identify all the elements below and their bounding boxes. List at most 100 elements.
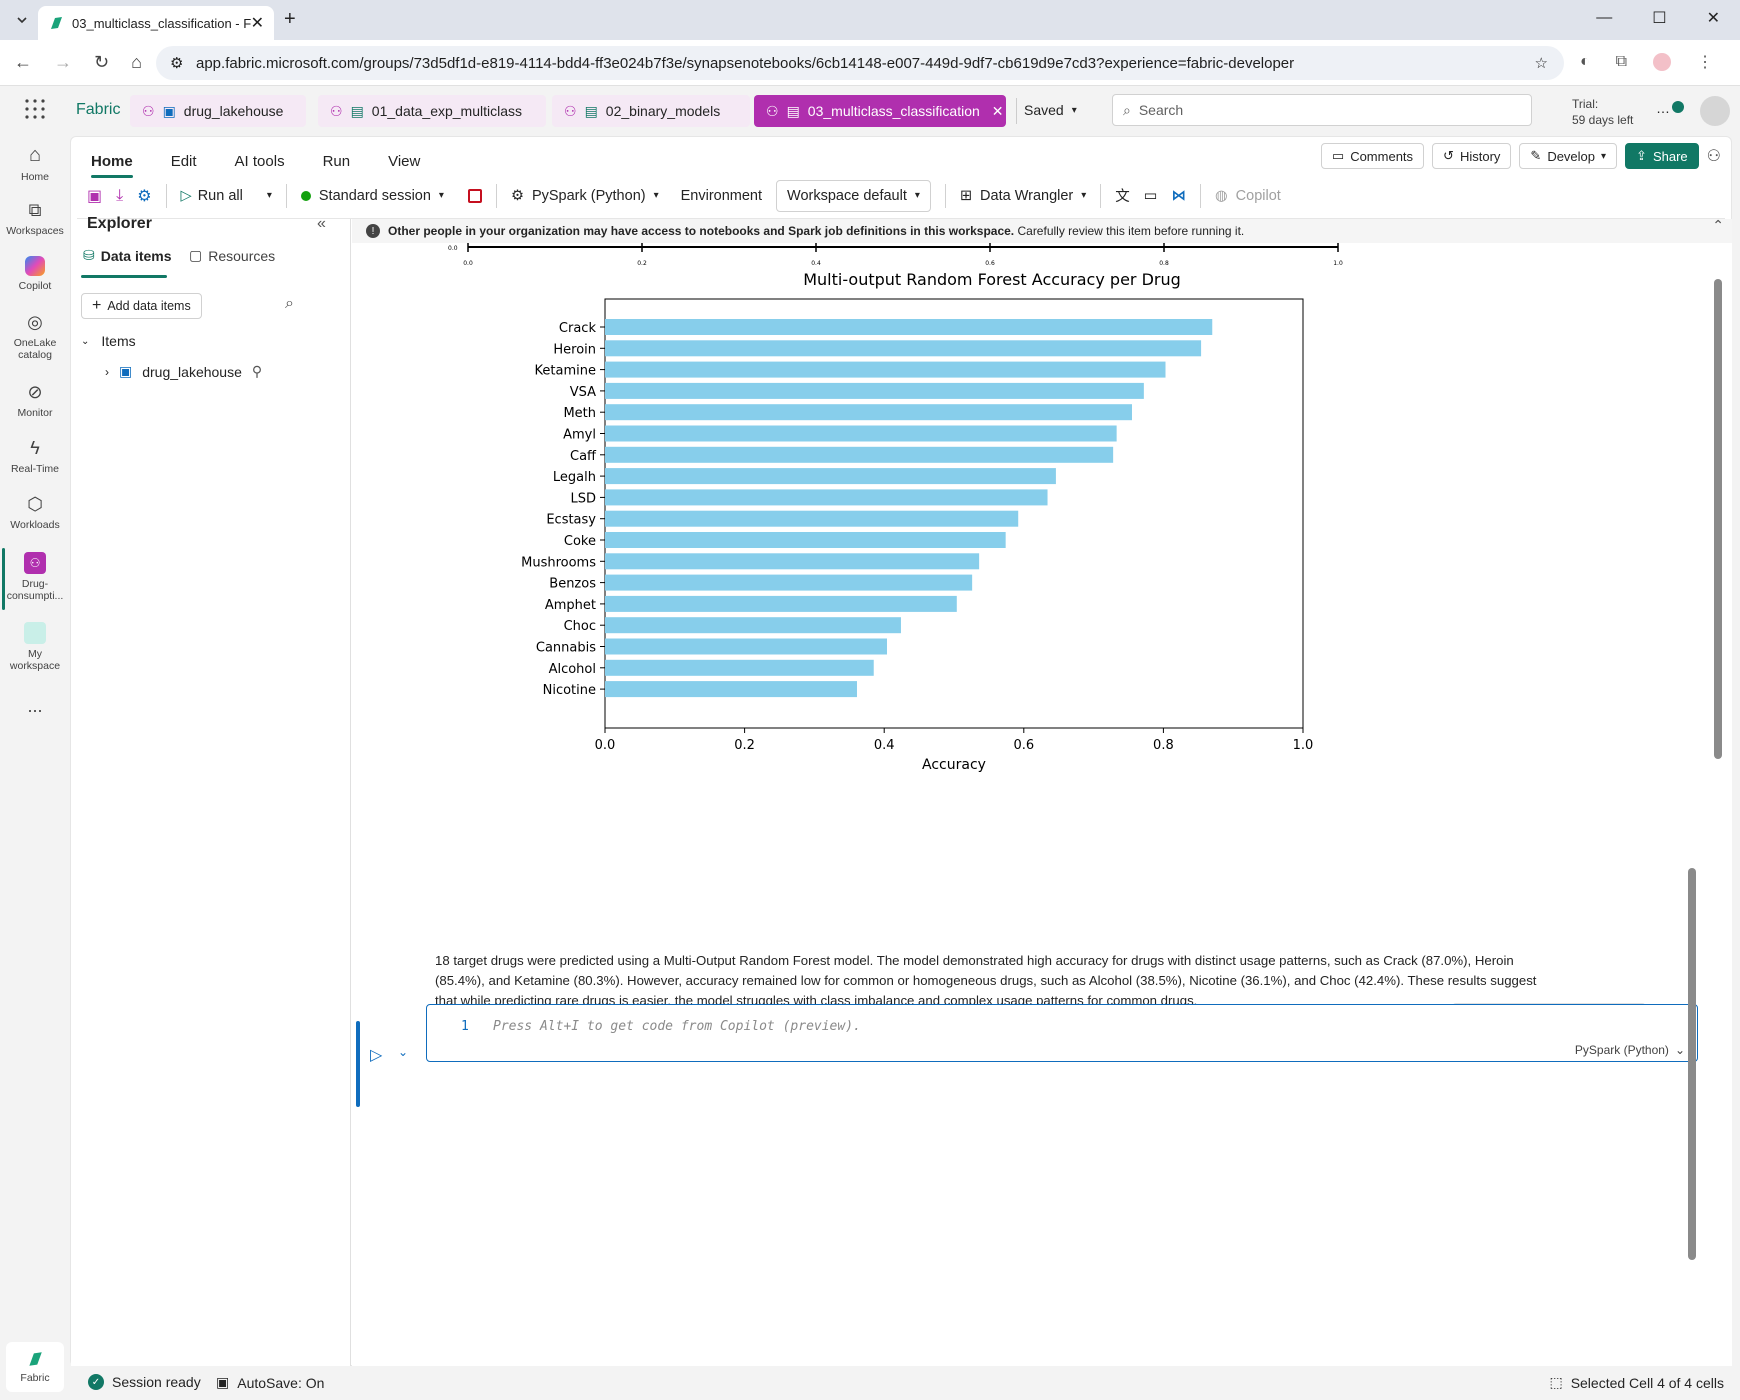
notebook-icon: ▤ (584, 102, 598, 119)
collapse-cell-icon[interactable]: ⌄ (398, 1045, 408, 1059)
history-button[interactable]: ↺ History (1432, 143, 1512, 169)
url-input[interactable]: ⚙ app.fabric.microsoft.com/groups/73d5df… (156, 46, 1564, 80)
tab-edit[interactable]: Edit (171, 147, 197, 176)
tree-item-drug-lakehouse[interactable]: › ▣ drug_lakehouse ⚲ (105, 363, 262, 380)
code-cell[interactable]: 1 Press Alt+I to get code from Copilot (… (426, 1004, 1698, 1062)
notebook-scrollbar[interactable] (1688, 868, 1696, 1260)
rail-copilot[interactable]: Copilot (0, 256, 70, 292)
chevron-down-icon[interactable]: ▾ (267, 190, 272, 201)
site-info-icon[interactable]: ⚙ (170, 54, 183, 72)
develop-button[interactable]: ✎ Develop ▾ (1519, 143, 1618, 169)
tab-01-data-exp-multiclass[interactable]: ⚇ ▤ 01_data_exp_multiclass (318, 95, 546, 127)
close-tab-icon[interactable]: ✕ (992, 103, 1004, 120)
embed-icon[interactable]: ▭ (1144, 188, 1158, 204)
autosave-status[interactable]: ▣ AutoSave: On (216, 1374, 324, 1391)
profile-icon[interactable] (1653, 53, 1672, 71)
new-tab-icon[interactable]: + (284, 8, 296, 31)
rail-label: Real-Time (10, 463, 60, 475)
saved-status[interactable]: Saved ▾ (1024, 102, 1077, 118)
rail-more-icon[interactable]: ... (0, 696, 70, 717)
puzzle-icon[interactable]: ⧉ (1616, 53, 1627, 71)
settings-gear-icon[interactable]: ⚙ (137, 186, 151, 206)
language-dropdown[interactable]: ⚙ PySpark (Python) ▾ (511, 188, 659, 204)
environment-dropdown[interactable]: Workspace default ▾ (776, 179, 931, 212)
forward-icon[interactable]: → (54, 52, 72, 73)
share-button[interactable]: ⇪ Share (1625, 143, 1699, 169)
cell-language-dropdown[interactable]: PySpark (Python) ⌄ (1575, 1043, 1685, 1057)
y-tick-label: Legalh (553, 470, 596, 485)
output-scrollbar[interactable] (1714, 279, 1722, 759)
minimize-icon[interactable]: — (1596, 9, 1612, 27)
tree-item-label: drug_lakehouse (142, 363, 242, 380)
search-input[interactable]: ⌕ Search (1112, 94, 1532, 126)
trial-info[interactable]: Trial: 59 days left (1572, 96, 1633, 128)
items-section-header[interactable]: ⌄ Items (81, 333, 136, 349)
app-launcher-icon[interactable] (24, 98, 46, 120)
bar (605, 617, 901, 634)
rail-my-workspace[interactable]: My workspace (0, 622, 70, 672)
translate-icon[interactable]: 文 (1115, 185, 1130, 206)
rail-home[interactable]: ⌂ Home (0, 144, 70, 183)
collapse-explorer-icon[interactable]: « (317, 215, 326, 233)
rail-real-time[interactable]: ϟ Real-Time (0, 438, 70, 475)
rail-monitor[interactable]: ⊘ Monitor (0, 382, 70, 419)
comments-button[interactable]: ▭ Comments (1320, 143, 1425, 169)
fabric-brand[interactable]: Fabric (76, 101, 120, 119)
chevron-right-icon[interactable]: › (105, 365, 109, 379)
rail-workspaces[interactable]: ⧉ Workspaces (0, 200, 70, 237)
prev-axis-tick-label: 0.4 (811, 260, 821, 267)
avatar[interactable] (1700, 96, 1730, 126)
search-icon[interactable]: ⌕ (285, 295, 294, 313)
vscode-icon[interactable]: ⋈ (1172, 188, 1187, 204)
session-status[interactable]: ✓ Session ready (88, 1374, 201, 1390)
tab-view[interactable]: View (388, 147, 420, 176)
add-data-items-button[interactable]: + Add data items (81, 293, 202, 319)
extension-icon[interactable]: ◐ (1580, 53, 1590, 71)
resources-icon: ▢ (189, 247, 203, 263)
tab-ai-tools[interactable]: AI tools (235, 147, 285, 176)
rail-workloads[interactable]: ⬡ Workloads (0, 494, 70, 531)
tab-resources[interactable]: ▢ Resources (189, 247, 275, 264)
copilot-label: Copilot (1235, 187, 1281, 204)
session-dropdown[interactable]: Standard session ▾ (300, 188, 444, 204)
close-window-icon[interactable]: ✕ (1707, 8, 1720, 28)
back-icon[interactable]: ← (14, 52, 32, 73)
tab-home[interactable]: Home (91, 147, 133, 178)
data-wrangler-dropdown[interactable]: ⊞ Data Wrangler ▾ (960, 188, 1086, 204)
x-tick-label: 0.6 (1013, 738, 1034, 753)
home-icon[interactable]: ⌂ (131, 52, 142, 73)
pin-icon[interactable]: ⚲ (252, 363, 262, 380)
copilot-button[interactable]: ◍ Copilot (1215, 188, 1281, 204)
workspace-icon: ⚇ (24, 552, 46, 574)
run-cell-icon[interactable]: ▷ (370, 1045, 382, 1065)
collapse-banner-icon[interactable]: ⌃ (1712, 219, 1724, 234)
rail-onelake-catalog[interactable]: ◎ OneLake catalog (0, 312, 70, 361)
maximize-icon[interactable]: ☐ (1652, 8, 1666, 28)
rail-fabric-home[interactable]: Fabric (6, 1342, 64, 1392)
workloads-icon: ⬡ (27, 494, 43, 514)
selection-icon: ⬚ (1549, 1374, 1563, 1390)
save-icon[interactable]: ▣ (87, 186, 102, 206)
close-tab-icon[interactable]: ✕ (251, 13, 264, 33)
run-all-button[interactable]: ▷ Run all ▾ (181, 188, 272, 204)
rail-drug-workspace[interactable]: ⚇ Drug-consumpti... (0, 552, 70, 602)
reload-icon[interactable]: ↻ (94, 52, 109, 73)
y-tick-label: Crack (559, 321, 597, 336)
stop-icon[interactable] (467, 188, 482, 203)
markdown-cell-text[interactable]: 18 target drugs were predicted using a M… (435, 951, 1545, 1011)
browser-menu-icon[interactable]: ⋮ (1697, 52, 1713, 72)
notifications-icon[interactable]: … (1656, 100, 1684, 116)
tab-data-items[interactable]: ⛁ Data items (83, 247, 172, 264)
tab-03-multiclass-classification[interactable]: ⚇ ▤ 03_multiclass_classification ✕ (754, 95, 1006, 127)
download-icon[interactable]: ⤓ (116, 187, 123, 205)
run-all-label: Run all (197, 187, 243, 204)
tab-drug-lakehouse[interactable]: ⚇ ▣ drug_lakehouse (130, 95, 306, 127)
tab-search-icon[interactable] (10, 8, 34, 32)
tab-run[interactable]: Run (323, 147, 351, 176)
y-tick-label: Amphet (545, 598, 596, 613)
bookmark-star-icon[interactable]: ☆ (1535, 54, 1548, 72)
browser-tab[interactable]: 03_multiclass_classification - Fa ✕ (38, 6, 274, 40)
share-label: Share (1652, 148, 1688, 164)
tab-02-binary-models[interactable]: ⚇ ▤ 02_binary_models (552, 95, 750, 127)
collaborate-icon[interactable]: ⚇ (1707, 146, 1721, 166)
